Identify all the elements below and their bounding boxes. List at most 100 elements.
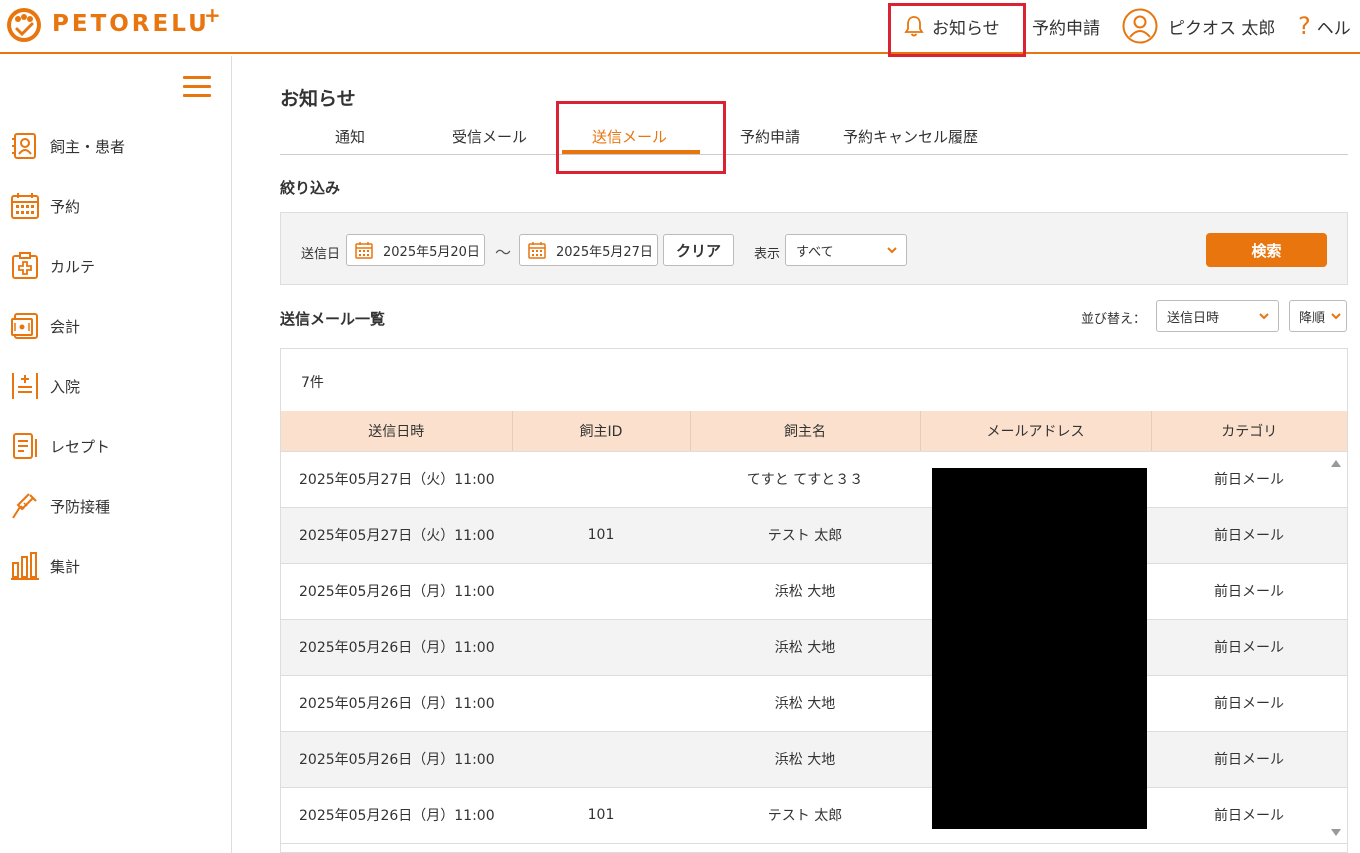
table-row[interactable]: 2025年05月26日（月）11:00 101 テスト 太郎 前日メール [281, 787, 1347, 844]
table-row[interactable]: 2025年05月26日（月）11:00 浜松 大地 前日メール [281, 563, 1347, 620]
sort-field-select[interactable]: 送信日時 [1156, 300, 1279, 332]
cell-owner-id: 101 [512, 787, 690, 844]
table-row[interactable]: 2025年05月26日（月）11:00 浜松 大地 前日メール [281, 675, 1347, 732]
column-header-owner-name[interactable]: 飼主名 [690, 411, 921, 452]
cell-owner-id [512, 563, 690, 620]
sidebar-item-statistics[interactable]: 集計 [10, 551, 80, 581]
cell-datetime: 2025年05月27日（火）11:00 [281, 451, 512, 508]
app-header: PETORELU + お知らせ 予約申請 ピクオス 太郎 ? ヘル [0, 0, 1360, 54]
date-to-field[interactable]: 2025年5月27日 [519, 234, 658, 266]
sidebar-item-label: レセプト [50, 437, 111, 456]
cell-category: 前日メール [1151, 675, 1347, 732]
sort-label: 並び替え： [1081, 312, 1147, 327]
scroll-down-arrow-icon[interactable] [1330, 828, 1342, 838]
header-reserve-label: 予約申請 [1032, 18, 1100, 39]
cell-owner-name: テスト 太郎 [690, 787, 920, 844]
cell-datetime: 2025年05月26日（月）11:00 [281, 731, 512, 788]
sidebar-item-medical-record[interactable]: カルテ [10, 251, 95, 281]
sidebar-item-accounting[interactable]: 会計 [10, 311, 80, 341]
table-header-row: 送信日時 飼主ID 飼主名 メールアドレス カテゴリ [281, 411, 1347, 452]
user-avatar-icon [1122, 8, 1158, 44]
cell-owner-name: テスト 太郎 [690, 507, 920, 564]
cell-category: 前日メール [1151, 563, 1347, 620]
column-header-category[interactable]: カテゴリ [1151, 411, 1347, 452]
calendar-icon [355, 242, 373, 259]
column-header-email[interactable]: メールアドレス [920, 411, 1152, 452]
calendar-icon [11, 193, 39, 219]
cell-category: 前日メール [1151, 731, 1347, 788]
filter-heading: 絞り込み [280, 179, 341, 197]
table-row[interactable]: 2025年05月27日（火）11:00 てすと てすと３３ 前日メール [281, 451, 1347, 508]
sidebar-item-label: 入院 [50, 377, 81, 396]
header-user-name: ピクオス 太郎 [1168, 18, 1276, 39]
register-icon [11, 313, 38, 339]
sent-mail-table: 送信日時 飼主ID 飼主名 メールアドレス カテゴリ 2025年05月27日（火… [281, 411, 1347, 844]
date-from-value: 2025年5月20日 [383, 244, 480, 260]
tab-received-mail[interactable]: 受信メール [452, 126, 527, 147]
table-row[interactable]: 2025年05月27日（火）11:00 101 テスト 太郎 前日メール [281, 507, 1347, 564]
brand-name: PETORELU + [52, 3, 224, 37]
sidebar-item-receipt[interactable]: レセプト [10, 431, 110, 461]
redacted-email-block [932, 468, 1147, 829]
page-title: お知らせ [280, 88, 356, 110]
sidebar-item-label: 集計 [50, 557, 81, 576]
tab-notifications[interactable]: 通知 [335, 126, 365, 147]
cell-datetime: 2025年05月26日（月）11:00 [281, 675, 512, 732]
scroll-up-arrow-icon[interactable] [1330, 458, 1342, 468]
tab-bar: 通知 受信メール 送信メール 予約申請 予約キャンセル履歴 [280, 118, 1348, 155]
cell-owner-name: 浜松 大地 [690, 675, 920, 732]
cell-category: 前日メール [1151, 787, 1347, 844]
filter-panel: 送信日 2025年5月20日 ～ 2025年5月27日 クリア 表示 すべて 検… [280, 212, 1348, 285]
header-help-label: ヘル [1316, 18, 1351, 39]
header-reserve-link[interactable]: 予約申請 [1032, 0, 1100, 52]
sidebar-item-label: 会計 [50, 317, 81, 336]
cell-owner-name: 浜松 大地 [690, 563, 920, 620]
sidebar-item-vaccination[interactable]: 予防接種 [10, 491, 110, 521]
sort-field-value: 送信日時 [1167, 310, 1220, 326]
sidebar-item-reservation[interactable]: 予約 [10, 191, 80, 221]
column-header-owner-id[interactable]: 飼主ID [512, 411, 691, 452]
search-button[interactable]: 検索 [1206, 233, 1327, 267]
cell-datetime: 2025年05月26日（月）11:00 [281, 563, 512, 620]
chevron-down-icon [1331, 313, 1341, 320]
paw-logo-icon [7, 8, 41, 42]
cell-owner-name: 浜松 大地 [690, 731, 920, 788]
cell-category: 前日メール [1151, 619, 1347, 676]
chevron-down-icon [887, 247, 897, 254]
cell-owner-id [512, 451, 690, 508]
display-select[interactable]: すべて [785, 234, 907, 266]
date-range-separator: ～ [495, 243, 512, 262]
tab-reservation-request[interactable]: 予約申請 [740, 126, 800, 147]
cell-category: 前日メール [1151, 507, 1347, 564]
header-user-menu[interactable]: ピクオス 太郎 [1122, 0, 1275, 52]
date-from-field[interactable]: 2025年5月20日 [346, 234, 485, 266]
calendar-icon [528, 242, 546, 259]
cell-owner-name: 浜松 大地 [690, 619, 920, 676]
cell-category: 前日メール [1151, 451, 1347, 508]
display-label: 表示 [754, 247, 781, 262]
sort-order-value: 降順 [1299, 310, 1326, 326]
list-heading: 送信メール一覧 [280, 310, 386, 328]
tab-cancel-history[interactable]: 予約キャンセル履歴 [843, 126, 978, 147]
table-row[interactable]: 2025年05月26日（月）11:00 浜松 大地 前日メール [281, 619, 1347, 676]
owner-patient-icon [12, 133, 36, 159]
clear-button[interactable]: クリア [663, 234, 734, 266]
brand-logo[interactable]: PETORELU + [6, 3, 224, 43]
sidebar-item-label: 予防接種 [50, 497, 111, 516]
header-help-link[interactable]: ? ヘル [1298, 0, 1351, 52]
sidebar-item-label: 飼主・患者 [50, 137, 126, 156]
display-select-value: すべて [796, 244, 834, 260]
result-count: 7件 [301, 375, 324, 391]
menu-toggle-icon[interactable] [183, 76, 211, 103]
bar-chart-icon [11, 552, 39, 580]
chart-record-icon [12, 252, 38, 279]
cell-owner-id: 101 [512, 507, 690, 564]
sort-order-select[interactable]: 降順 [1289, 300, 1347, 332]
sidebar-item-owner-patient[interactable]: 飼主・患者 [10, 131, 125, 161]
cell-owner-id [512, 731, 690, 788]
highlight-box-notice [888, 3, 1026, 57]
sent-mail-list: 7件 送信日時 飼主ID 飼主名 メールアドレス カテゴリ 2025年05月27… [280, 348, 1348, 853]
column-header-datetime[interactable]: 送信日時 [281, 411, 513, 452]
sidebar-item-hospitalization[interactable]: 入院 [10, 371, 80, 401]
table-row[interactable]: 2025年05月26日（月）11:00 浜松 大地 前日メール [281, 731, 1347, 788]
